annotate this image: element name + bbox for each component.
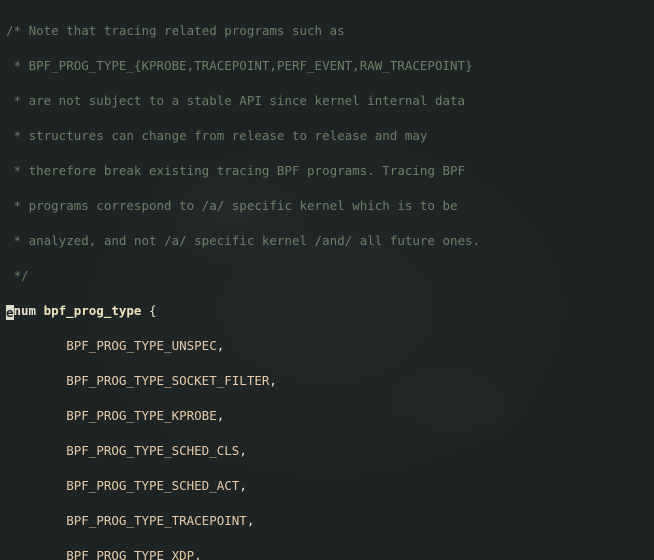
enum-item: BPF_PROG_TYPE_SCHED_CLS bbox=[66, 443, 239, 458]
enum-item: BPF_PROG_TYPE_XDP bbox=[66, 548, 194, 560]
comment-line: * are not subject to a stable API since … bbox=[6, 92, 648, 110]
open-brace: { bbox=[149, 303, 157, 318]
enum-item-line: BPF_PROG_TYPE_UNSPEC, bbox=[6, 337, 648, 355]
enum-item-line: BPF_PROG_TYPE_SCHED_ACT, bbox=[6, 477, 648, 495]
enum-item: BPF_PROG_TYPE_SCHED_ACT bbox=[66, 478, 239, 493]
comment-line: * therefore break existing tracing BPF p… bbox=[6, 162, 648, 180]
enum-item: BPF_PROG_TYPE_KPROBE bbox=[66, 408, 217, 423]
comment-line: /* Note that tracing related programs su… bbox=[6, 22, 648, 40]
enum-item: BPF_PROG_TYPE_TRACEPOINT bbox=[66, 513, 247, 528]
enum-item-line: BPF_PROG_TYPE_SCHED_CLS, bbox=[6, 442, 648, 460]
enum-item-line: BPF_PROG_TYPE_TRACEPOINT, bbox=[6, 512, 648, 530]
comment-line: * analyzed, and not /a/ specific kernel … bbox=[6, 232, 648, 250]
comment-line: * programs correspond to /a/ specific ke… bbox=[6, 197, 648, 215]
comment-line: * BPF_PROG_TYPE_{KPROBE,TRACEPOINT,PERF_… bbox=[6, 57, 648, 75]
enum-item-line: BPF_PROG_TYPE_SOCKET_FILTER, bbox=[6, 372, 648, 390]
keyword-enum: num bbox=[14, 303, 37, 318]
enum-decl-line: enum bpf_prog_type { bbox=[6, 302, 648, 320]
text-cursor[interactable]: e bbox=[6, 305, 14, 320]
enum-item: BPF_PROG_TYPE_SOCKET_FILTER bbox=[66, 373, 269, 388]
comment-line: */ bbox=[6, 267, 648, 285]
enum-item-line: BPF_PROG_TYPE_KPROBE, bbox=[6, 407, 648, 425]
enum-item-line: BPF_PROG_TYPE_XDP, bbox=[6, 547, 648, 560]
code-editor-viewport: /* Note that tracing related programs su… bbox=[0, 0, 654, 560]
comment-line: * structures can change from release to … bbox=[6, 127, 648, 145]
type-name: bpf_prog_type bbox=[44, 303, 142, 318]
enum-item: BPF_PROG_TYPE_UNSPEC bbox=[66, 338, 217, 353]
